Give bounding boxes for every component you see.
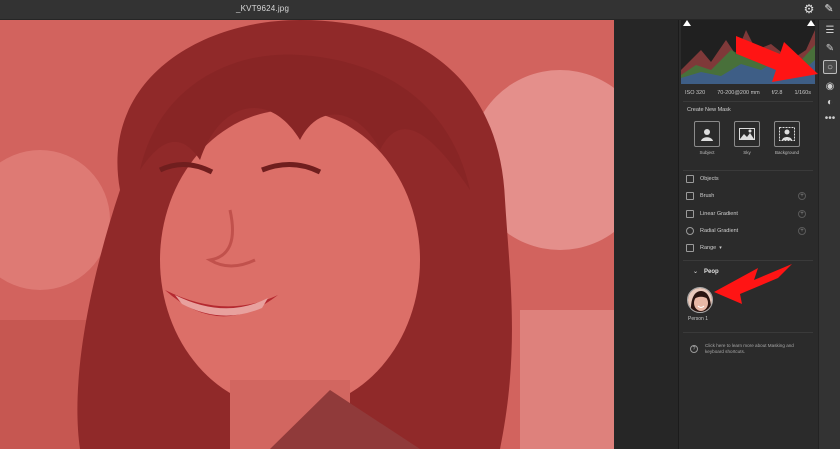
- radial-gradient-tool[interactable]: Radial Gradient +: [686, 225, 806, 237]
- annotation-arrow: [714, 264, 792, 304]
- objects-label: Objects: [700, 176, 719, 182]
- aperture-value: f/2.8: [771, 90, 783, 96]
- camera-info: ISO 320 70-200@200 mm f/2.8 1/160s: [681, 86, 815, 100]
- shutter-value: 1/160s: [794, 90, 811, 96]
- linear-gradient-tool[interactable]: Linear Gradient +: [686, 208, 806, 220]
- subject-label: Subject: [699, 150, 715, 155]
- document-title: _KVT9624.jpg: [236, 4, 290, 13]
- photo-canvas[interactable]: [0, 20, 614, 449]
- iso-value: ISO 320: [685, 90, 706, 96]
- person-1-label: Person 1: [688, 316, 709, 322]
- brush-label: Brush: [700, 193, 715, 199]
- quick-mask-buttons: Subject Sky Background: [693, 121, 801, 155]
- gear-icon[interactable]: ⚙: [803, 3, 815, 15]
- masking-panel: ISO 320 70-200@200 mm f/2.8 1/160s Creat…: [678, 20, 818, 449]
- linear-gradient-add-icon[interactable]: +: [798, 210, 806, 218]
- subject-button[interactable]: Subject: [693, 121, 721, 155]
- chevron-down-icon: ⌄: [693, 269, 699, 275]
- presets-icon[interactable]: ◐: [823, 96, 837, 110]
- radial-gradient-icon: [686, 227, 694, 235]
- sky-icon: [739, 128, 755, 140]
- canvas-gutter: [614, 20, 678, 449]
- help-text[interactable]: Click here to learn more about Masking a…: [705, 343, 813, 355]
- title-bar: _KVT9624.jpg ⚙ ✎: [0, 0, 840, 20]
- linear-gradient-label: Linear Gradient: [700, 211, 738, 217]
- create-mask-heading: Create New Mask: [687, 107, 731, 113]
- subject-icon: [701, 129, 713, 141]
- pen-icon[interactable]: ✎: [823, 3, 835, 15]
- tool-strip: ☰ ✎ ○ ◉ ◐ •••: [818, 20, 840, 449]
- background-label: Background: [774, 150, 800, 155]
- lens-value: 70-200@200 mm: [717, 90, 760, 96]
- linear-gradient-icon: [686, 210, 694, 218]
- divider: [683, 101, 813, 102]
- masked-portrait: [0, 20, 614, 449]
- objects-icon: [686, 175, 694, 183]
- background-button[interactable]: Background: [773, 121, 801, 155]
- divider: [683, 332, 813, 333]
- divider: [683, 170, 813, 171]
- radial-gradient-add-icon[interactable]: +: [798, 227, 806, 235]
- range-icon: [686, 244, 694, 252]
- masking-icon[interactable]: ○: [823, 60, 837, 74]
- edit-icon[interactable]: ☰: [823, 24, 837, 38]
- sky-label: Sky: [743, 150, 751, 155]
- background-icon: [779, 127, 795, 141]
- brush-tool[interactable]: Brush +: [686, 190, 806, 202]
- annotation-arrow: [736, 36, 818, 82]
- more-icon[interactable]: •••: [823, 112, 837, 126]
- objects-tool[interactable]: Objects: [686, 173, 806, 185]
- help-icon[interactable]: ?: [690, 345, 698, 353]
- brush-icon: [686, 192, 694, 200]
- brush-add-icon[interactable]: +: [798, 192, 806, 200]
- redeye-icon[interactable]: ◉: [823, 80, 837, 94]
- sky-button[interactable]: Sky: [733, 121, 761, 155]
- radial-gradient-label: Radial Gradient: [700, 228, 739, 234]
- person-1-avatar[interactable]: [687, 287, 713, 313]
- brush-icon[interactable]: ✎: [823, 42, 837, 56]
